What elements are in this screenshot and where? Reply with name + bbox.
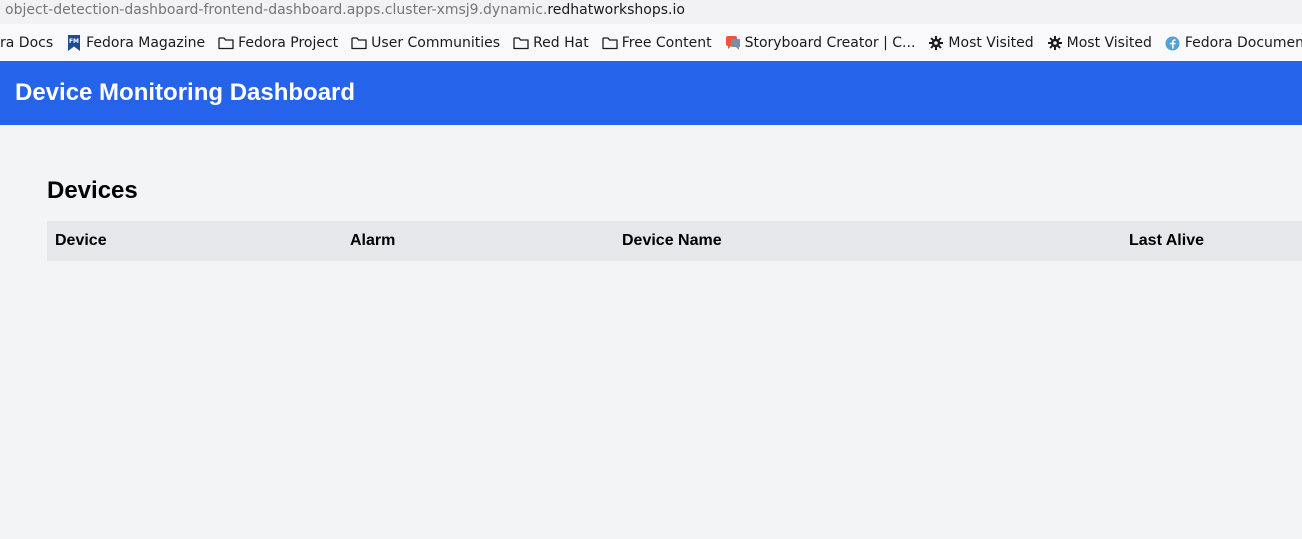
- url-bar[interactable]: object-detection-dashboard-frontend-dash…: [0, 0, 1302, 24]
- bookmark-fedora-documentation[interactable]: Fedora Documentation: [1165, 33, 1302, 53]
- main-content: Devices Device Alarm Device Name Last Al…: [0, 125, 1302, 539]
- gear-icon: [1047, 35, 1063, 51]
- bookmark-label: Red Hat: [533, 35, 589, 51]
- bookmark-label: Free Content: [621, 35, 712, 51]
- folder-icon: [218, 35, 234, 51]
- bookmark-free-content[interactable]: Free Content: [602, 33, 712, 53]
- bookmark-label: Most Visited: [948, 35, 1034, 51]
- folder-icon: [351, 35, 367, 51]
- bookmark-most-visited-2[interactable]: Most Visited: [1047, 33, 1152, 53]
- app-title: Device Monitoring Dashboard: [15, 79, 356, 106]
- bookmark-red-hat[interactable]: Red Hat: [513, 33, 589, 53]
- bookmark-fedora-project[interactable]: Fedora Project: [218, 33, 338, 53]
- folder-icon: [513, 35, 529, 51]
- bookmark-fedora-docs[interactable]: ra Docs: [0, 33, 53, 53]
- fedora-logo-icon: [1165, 35, 1181, 51]
- bookmark-label: Storyboard Creator | C...: [744, 35, 916, 51]
- column-header-alarm: Alarm: [350, 232, 396, 249]
- bookmark-fedora-magazine[interactable]: FM Fedora Magazine: [66, 33, 205, 53]
- devices-table-header: Device Alarm Device Name Last Alive: [47, 221, 1302, 261]
- gear-icon: [928, 35, 944, 51]
- column-header-device: Device: [55, 232, 107, 249]
- url-domain-text: redhatworkshops.io: [547, 2, 685, 18]
- fedora-magazine-icon: FM: [66, 35, 82, 51]
- bookmark-label: Fedora Magazine: [86, 35, 206, 51]
- bookmarks-toolbar: ra Docs FM Fedora Magazine Fedora Projec…: [0, 24, 1302, 61]
- folder-icon: [602, 35, 618, 51]
- url-path-text: object-detection-dashboard-frontend-dash…: [5, 2, 548, 18]
- storyboard-icon: [725, 35, 741, 51]
- column-header-device-name: Device Name: [622, 232, 722, 249]
- bookmark-user-communities[interactable]: User Communities: [351, 33, 500, 53]
- bookmark-storyboard-creator[interactable]: Storyboard Creator | C...: [725, 33, 916, 53]
- devices-section-title: Devices: [47, 177, 138, 204]
- app-header: Device Monitoring Dashboard: [0, 61, 1302, 125]
- svg-text:FM: FM: [69, 38, 79, 45]
- bookmark-label: Fedora Project: [238, 35, 339, 51]
- bookmark-most-visited-1[interactable]: Most Visited: [928, 33, 1034, 53]
- bookmark-label: Fedora Documentation: [1184, 35, 1302, 51]
- bookmark-label: ra Docs: [0, 35, 54, 51]
- column-header-last-alive: Last Alive: [1129, 232, 1204, 249]
- bookmark-label: User Communities: [371, 35, 501, 51]
- bookmark-label: Most Visited: [1066, 35, 1152, 51]
